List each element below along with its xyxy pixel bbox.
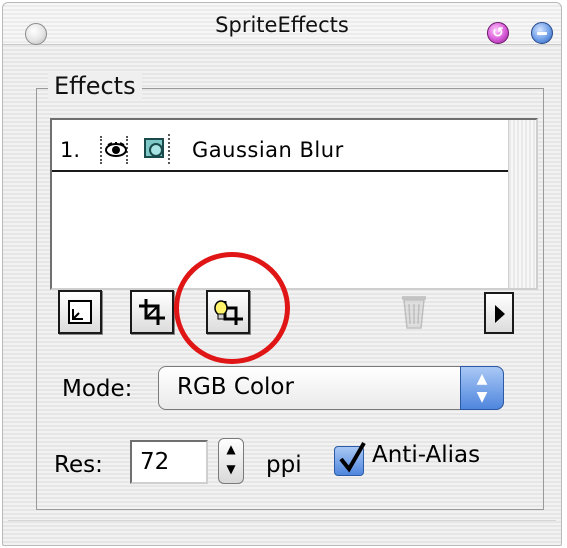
bulb-crop-button[interactable] [206, 290, 250, 334]
eye-icon[interactable] [100, 136, 128, 164]
arrow-right-icon[interactable] [484, 292, 514, 334]
window-title: SpriteEffects [215, 13, 349, 37]
bulb-crop-icon [214, 300, 243, 325]
antialias-checkbox[interactable] [334, 442, 366, 476]
new-effect-button[interactable] [58, 290, 102, 334]
trash-icon[interactable] [398, 290, 430, 330]
mask-icon[interactable] [142, 134, 170, 164]
mode-value: RGB Color [177, 374, 294, 400]
antialias-label[interactable]: Anti-Alias [372, 442, 480, 468]
chevron-updown-icon[interactable]: ▲ ▼ [460, 366, 504, 410]
res-label: Res: [54, 452, 103, 478]
crop-icon [139, 299, 165, 325]
mode-select[interactable]: RGB Color ▲ ▼ [158, 366, 504, 410]
ppi-label: ppi [266, 452, 302, 478]
list-scrollbar[interactable] [508, 120, 536, 288]
effect-name: Gaussian Blur [192, 138, 344, 162]
collapse-button[interactable]: ↺ [487, 22, 509, 44]
effect-index: 1. [60, 138, 81, 162]
checkmark-icon [339, 442, 366, 473]
minimize-button[interactable] [531, 22, 553, 44]
new-effect-icon [68, 300, 92, 324]
mode-label: Mode: [62, 376, 133, 402]
effects-group-label: Effects [48, 72, 142, 100]
title-bar[interactable]: SpriteEffects ↺ [3, 3, 561, 45]
crop-button[interactable] [130, 290, 174, 334]
res-input[interactable] [130, 440, 208, 484]
effects-list[interactable]: 1. Gaussian Blur [50, 118, 538, 290]
list-item[interactable]: 1. Gaussian Blur [52, 128, 508, 172]
window-bottom-edge [8, 520, 556, 540]
res-stepper[interactable]: ▲ ▼ [218, 438, 244, 484]
